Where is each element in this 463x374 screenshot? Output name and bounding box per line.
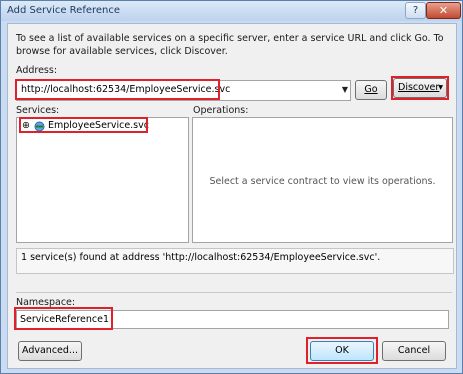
status-text: 1 service(s) found at address 'http://lo…	[21, 252, 381, 263]
separator	[16, 292, 452, 293]
operations-label: Operations:	[193, 105, 249, 116]
namespace-highlight	[14, 307, 113, 330]
operations-placeholder: Select a service contract to view its op…	[209, 176, 436, 187]
status-bar: 1 service(s) found at address 'http://lo…	[16, 248, 454, 274]
window-title: Add Service Reference	[7, 5, 121, 16]
discover-highlight	[391, 76, 449, 100]
close-button[interactable]: ✕	[426, 2, 461, 19]
address-highlight	[15, 79, 220, 100]
cancel-button[interactable]: Cancel	[382, 341, 446, 361]
go-button[interactable]: Go	[355, 80, 387, 100]
chevron-down-icon[interactable]: ▼	[342, 85, 348, 94]
services-tree[interactable]: ⊕ EmployeeService.svc	[16, 117, 189, 243]
help-button[interactable]: ?	[405, 2, 426, 19]
advanced-label: Advanced...	[22, 345, 78, 356]
cancel-label: Cancel	[397, 345, 431, 356]
title-bar[interactable]: Add Service Reference ? ✕	[1, 1, 462, 21]
intro-text: To see a list of available services on a…	[16, 33, 444, 57]
dialog-window: Add Service Reference ? ✕ To see a list …	[0, 0, 463, 374]
address-label: Address:	[16, 65, 58, 76]
dialog-body: To see a list of available services on a…	[7, 23, 457, 369]
go-label: Go	[364, 84, 378, 95]
advanced-button[interactable]: Advanced...	[18, 341, 82, 361]
services-label: Services:	[16, 105, 60, 116]
service-highlight	[19, 117, 148, 133]
operations-panel[interactable]: Select a service contract to view its op…	[192, 117, 453, 243]
ok-highlight	[306, 337, 378, 364]
